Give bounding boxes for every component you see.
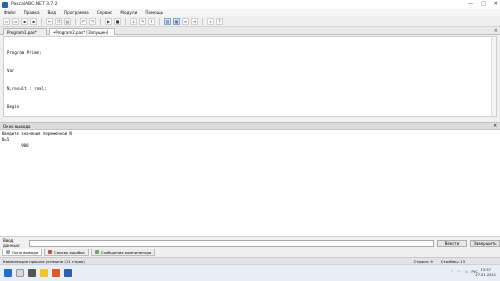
menu-view[interactable]: Вид — [48, 10, 57, 15]
tab-label: Окно вывода — [12, 249, 39, 255]
new-file-icon[interactable]: ▫ — [3, 17, 10, 25]
tab-compiler-messages[interactable]: Сообщения компилятора — [90, 249, 156, 256]
run-icon[interactable]: ▶ — [105, 17, 112, 25]
window-title: PascalABC.NET 3.7.2 — [11, 2, 58, 7]
redo-icon[interactable]: ↷ — [89, 17, 96, 25]
clock-date: 27.01.2021 — [475, 273, 496, 277]
bottom-tabs: Окно вывода Список ошибок Сообщения комп… — [0, 249, 500, 257]
output-icon — [6, 250, 10, 254]
code-line: Begin — [7, 104, 20, 109]
menu-edit[interactable]: Правка — [24, 10, 40, 15]
menu-bar: Файл Правка Вид Программа Сервис Модули … — [0, 9, 500, 16]
step-into-icon[interactable]: ↓ — [130, 17, 137, 25]
cut-icon[interactable]: ✂ — [46, 17, 53, 25]
input-label: Ввод данных: — [3, 238, 21, 248]
close-button[interactable]: ✕ — [494, 1, 498, 7]
output-area: Введите значения переменной N N=5 900 — [0, 130, 500, 237]
chevron-up-icon[interactable]: ⌃ — [451, 270, 454, 274]
search-icon[interactable] — [16, 269, 24, 277]
menu-program[interactable]: Программа — [64, 10, 89, 15]
toolbar-separator — [125, 17, 126, 25]
toolbar-separator — [75, 17, 76, 25]
enter-button[interactable]: Ввести — [437, 239, 467, 247]
task-view-icon[interactable] — [28, 269, 36, 277]
menu-service[interactable]: Сервис — [97, 10, 113, 15]
toolbar-separator — [202, 17, 203, 25]
tab-program1[interactable]: Program1.pas* — [3, 28, 47, 35]
minimize-button[interactable]: — — [468, 1, 473, 7]
paste-icon[interactable]: ▤ — [64, 17, 71, 25]
output-window-title: Окно вывода — [3, 123, 31, 129]
format-icon[interactable]: ≡ — [182, 17, 189, 25]
open-folder-icon[interactable]: ▭ — [12, 17, 19, 25]
stop-icon[interactable]: ■ — [114, 17, 121, 25]
toolbar-separator — [41, 17, 42, 25]
menu-file[interactable]: Файл — [4, 10, 16, 15]
code-editor[interactable]: Program Prime; Var N,result : real; Begi… — [3, 36, 497, 235]
explorer-icon[interactable] — [40, 269, 48, 277]
toolbar: ▫ ▭ ▪ ▪ ✂ ❐ ▤ ↶ ↷ ▶ ■ ↓ ↷ ↑ ▥ ▦ ≡ ⇥ ⌕ ? — [0, 16, 500, 27]
toolbar-separator — [159, 17, 160, 25]
tab-output[interactable]: Окно вывода — [2, 249, 43, 256]
code-line: N,result : real; — [7, 86, 47, 91]
message-icon — [94, 250, 99, 254]
copy-icon[interactable]: ❐ — [55, 17, 62, 25]
volume-icon[interactable]: ◁ — [465, 270, 468, 274]
start-icon[interactable] — [4, 269, 12, 277]
editor-tabs: Program1.pas* •Program2.pas* [Запущен] × — [0, 27, 500, 35]
editor-scrollbar[interactable] — [491, 37, 496, 116]
status-bar: Компиляция прошла успешно (11 строк) Стр… — [0, 257, 500, 264]
window-controls: — □ ✕ — [468, 1, 498, 7]
layout-split-icon[interactable]: ▦ — [173, 17, 180, 25]
clock[interactable]: 15:57 27.01.2021 — [475, 268, 496, 278]
layout-icon[interactable]: ▥ — [164, 17, 171, 25]
output-window-header: Окно вывода ✕ — [0, 122, 500, 130]
output-line: 900 — [2, 143, 29, 148]
step-out-icon[interactable]: ↑ — [148, 17, 155, 25]
tab-label: •Program2.pas* [Запущен] — [53, 29, 109, 35]
system-tray: ⌃ ◠ ◁ РУС — [451, 270, 478, 274]
output-line: Введите значения переменной N — [2, 131, 72, 136]
title-bar: PascalABC.NET 3.7.2 — □ ✕ — [0, 0, 500, 9]
input-bar: Ввод данных: Ввести Завершить — [0, 238, 500, 248]
code-line: Program Prime; — [7, 50, 42, 55]
tab-errors[interactable]: Список ошибок — [44, 249, 89, 256]
tab-label: Program1.pas* — [7, 29, 37, 35]
pascal-app-icon[interactable] — [64, 269, 72, 277]
code-line: Var — [7, 68, 15, 73]
find-icon[interactable]: ⌕ — [207, 17, 214, 25]
browser-icon[interactable] — [52, 269, 60, 277]
error-icon — [48, 250, 53, 254]
compile-status: Компиляция прошла успешно (11 строк) — [3, 258, 85, 264]
menu-modules[interactable]: Модули — [120, 10, 137, 15]
network-icon[interactable]: ◠ — [458, 270, 461, 274]
tab-label: Список ошибок — [54, 249, 85, 255]
close-icon[interactable]: ✕ — [493, 124, 497, 129]
save-icon[interactable]: ▪ — [21, 17, 28, 25]
toolbar-separator — [100, 17, 101, 25]
maximize-button[interactable]: □ — [481, 1, 486, 7]
tab-program2[interactable]: •Program2.pas* [Запущен] — [49, 28, 115, 35]
menu-help[interactable]: Помощь — [145, 10, 163, 15]
tab-label: Сообщения компилятора — [100, 249, 152, 255]
output-line: N=5 — [2, 137, 10, 142]
step-over-icon[interactable]: ↷ — [139, 17, 146, 25]
close-tab-icon[interactable]: × — [494, 28, 498, 34]
app-icon — [2, 1, 8, 8]
stop-button[interactable]: Завершить — [470, 239, 500, 247]
undo-icon[interactable]: ↶ — [80, 17, 87, 25]
taskbar: ⌃ ◠ ◁ РУС 15:57 27.01.2021 — [0, 264, 500, 281]
save-all-icon[interactable]: ▪ — [30, 17, 37, 25]
input-field[interactable] — [29, 239, 434, 247]
help-icon[interactable]: ? — [216, 17, 223, 25]
indent-icon[interactable]: ⇥ — [191, 17, 198, 25]
